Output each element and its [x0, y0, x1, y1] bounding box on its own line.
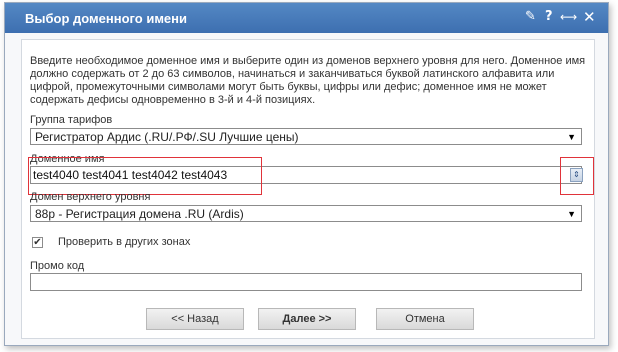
help-icon[interactable]: ?	[545, 9, 553, 25]
broom-icon[interactable]: ✎	[525, 9, 536, 25]
cancel-button[interactable]: Отмена	[376, 308, 474, 330]
close-icon[interactable]: ✕	[583, 9, 596, 25]
resize-icon[interactable]: ⟷	[560, 9, 577, 25]
dialog-titlebar[interactable]: Выбор доменного имени ✎ ? ⟷ ✕	[5, 3, 608, 33]
check-other-zones-checkbox[interactable]: ✔	[32, 237, 43, 248]
tariff-group-value: Регистратор Ардис (.RU/.РФ/.SU Лучшие це…	[35, 130, 299, 144]
tariff-group-label: Группа тарифов	[30, 114, 113, 126]
domain-dialog: Выбор доменного имени ✎ ? ⟷ ✕ Введите не…	[4, 2, 609, 346]
tld-value: 88р - Регистрация домена .RU (Ardis)	[35, 207, 244, 221]
promo-label: Промо код	[30, 260, 85, 272]
check-other-zones-label: Проверить в других зонах	[58, 236, 191, 248]
chevron-down-icon[interactable]: ▼	[567, 206, 576, 222]
tld-label: Домен верхнего уровня	[30, 191, 151, 203]
highlight-box-spinner	[560, 157, 594, 195]
next-button[interactable]: Далее >>	[258, 308, 356, 330]
tld-select[interactable]: 88р - Регистрация домена .RU (Ardis) ▼	[30, 205, 582, 222]
dialog-content: Введите необходимое доменное имя и выбер…	[21, 39, 595, 339]
back-button[interactable]: << Назад	[146, 308, 244, 330]
highlight-box-domain	[28, 157, 262, 195]
dialog-title: Выбор доменного имени	[25, 11, 188, 26]
chevron-down-icon[interactable]: ▼	[567, 129, 576, 145]
tariff-group-select[interactable]: Регистратор Ардис (.RU/.РФ/.SU Лучшие це…	[30, 128, 582, 145]
description-text: Введите необходимое доменное имя и выбер…	[30, 55, 586, 106]
promo-input[interactable]	[30, 273, 582, 291]
